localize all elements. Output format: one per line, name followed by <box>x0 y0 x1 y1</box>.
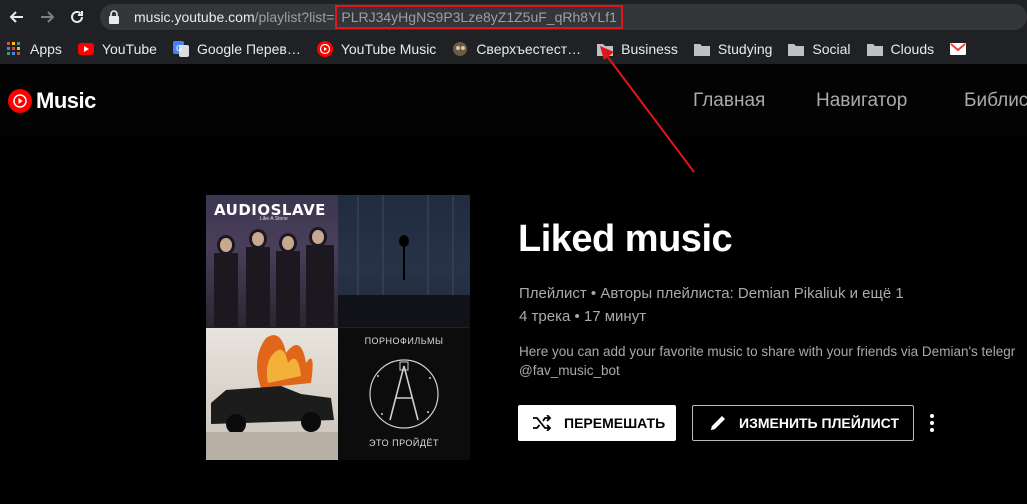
bookmark-label: Google Перев… <box>196 41 301 57</box>
youtube-music-icon <box>316 41 333 57</box>
nav-explore[interactable]: Навигатор <box>816 90 907 112</box>
folder-icon <box>693 41 710 57</box>
back-icon[interactable] <box>2 2 32 32</box>
bookmark-google-translate[interactable]: G Google Перев… <box>172 41 301 57</box>
bookmark-folder-business[interactable]: Business <box>597 41 678 57</box>
playlist-title: Liked music <box>518 218 733 260</box>
more-options-icon[interactable] <box>922 410 942 436</box>
shuffle-button[interactable]: ПЕРЕМЕШАТЬ <box>518 405 676 441</box>
bookmark-apps[interactable]: Apps <box>6 41 62 57</box>
edit-playlist-button[interactable]: ИЗМЕНИТЬ ПЛЕЙЛИСТ <box>692 405 914 441</box>
youtube-icon <box>77 41 94 57</box>
bookmark-label: Apps <box>30 41 62 57</box>
url-path: /playlist?list= <box>254 9 335 25</box>
edit-playlist-label: ИЗМЕНИТЬ ПЛЕЙЛИСТ <box>739 415 899 431</box>
album-art-subtitle: ЭТО ПРОЙДЁТ <box>369 438 439 448</box>
gmail-icon <box>950 41 967 57</box>
bookmark-label: Social <box>812 41 851 57</box>
browser-toolbar: music.youtube.com /playlist?list= PLRJ34… <box>0 0 1027 34</box>
bookmark-label: Studying <box>717 41 773 57</box>
music-logo-icon <box>8 89 32 113</box>
youtube-music-logo[interactable]: Music <box>8 88 96 114</box>
reload-icon[interactable] <box>62 2 92 32</box>
svg-text:G: G <box>176 44 182 53</box>
address-bar[interactable]: music.youtube.com /playlist?list= PLRJ34… <box>100 4 1027 30</box>
bookmark-gmail[interactable] <box>950 41 974 57</box>
bookmark-label: Сверхъестест… <box>476 41 582 57</box>
album-art-pornofilmy: ПОРНОФИЛЬМЫ ЭТО ПРОЙДЁТ <box>338 328 470 460</box>
folder-icon <box>866 41 883 57</box>
playlist-meta-stats: 4 трека • 17 минут <box>519 308 647 325</box>
shuffle-label: ПЕРЕМЕШАТЬ <box>564 415 666 431</box>
playlist-cover: AUDIOSLAVE Like A Stone ПОРНОФИЛЬМЫ ЭТО … <box>206 195 470 460</box>
album-art-audioslave: AUDIOSLAVE Like A Stone <box>206 195 338 327</box>
app-header: Music Главная Навигатор Библис <box>0 64 1027 136</box>
bookmark-label: YouTube <box>101 41 157 57</box>
bookmark-folder-clouds[interactable]: Clouds <box>866 41 935 57</box>
nav-home[interactable]: Главная <box>693 90 765 112</box>
logo-text: Music <box>36 88 96 113</box>
google-translate-icon: G <box>172 41 189 57</box>
playlist-description: Here you can add your favorite music to … <box>519 344 1016 359</box>
folder-icon <box>788 41 805 57</box>
bookmark-label: YouTube Music <box>340 41 437 57</box>
bookmark-youtube[interactable]: YouTube <box>77 41 157 57</box>
url-playlist-id-highlight: PLRJ34yHgNS9P3Lze8yZ1Z5uF_qRh8YLf1 <box>335 5 623 29</box>
bookmark-label: Clouds <box>890 41 935 57</box>
playlist-meta-authors: Плейлист • Авторы плейлиста: Demian Pika… <box>519 285 904 302</box>
bookmark-site[interactable]: Сверхъестест… <box>452 41 581 57</box>
bookmark-label: Business <box>621 41 678 57</box>
bookmark-youtube-music[interactable]: YouTube Music <box>316 41 437 57</box>
url-host: music.youtube.com <box>134 9 255 25</box>
album-art-burning-car <box>206 328 338 460</box>
forward-icon[interactable] <box>32 2 62 32</box>
shuffle-icon <box>532 415 552 431</box>
bookmark-folder-studying[interactable]: Studying <box>693 41 773 57</box>
playlist-description-bot: @fav_music_bot <box>519 363 620 378</box>
bookmarks-bar: Apps YouTube G Google Перев… YouTube Mus… <box>0 34 1027 64</box>
bookmark-folder-social[interactable]: Social <box>788 41 851 57</box>
nav-library[interactable]: Библис <box>964 90 1027 112</box>
apps-grid-icon <box>6 41 22 57</box>
pencil-icon <box>709 414 727 432</box>
site-icon <box>452 41 468 57</box>
album-art-rose <box>338 195 470 327</box>
folder-icon <box>597 41 614 57</box>
lock-icon <box>108 10 126 24</box>
